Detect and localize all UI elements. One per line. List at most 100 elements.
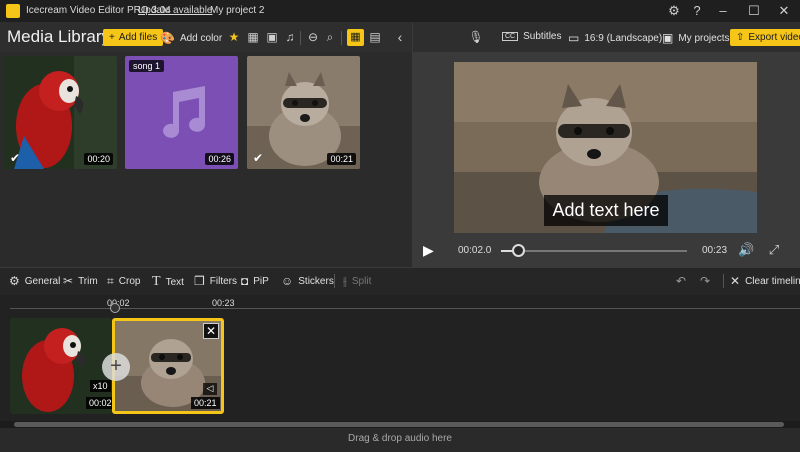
pip-label: PiP (253, 275, 269, 287)
minimize-icon[interactable]: – (714, 3, 732, 19)
timeline-ruler (10, 308, 800, 309)
aspect-ratio-button[interactable]: ▭ 16:9 (Landscape) (568, 31, 662, 45)
add-transition-icon[interactable]: + (102, 353, 130, 381)
undo-icon: ↶ (676, 274, 687, 288)
subtitles-icon: CC (502, 32, 519, 41)
total-time: 00:23 (702, 245, 728, 256)
search-icon[interactable]: ⌕ (322, 29, 338, 45)
library-item-song[interactable]: song 1 00:26 (125, 56, 238, 169)
image-filter-icon[interactable]: ▣ (264, 29, 280, 45)
video-filter-icon[interactable]: ▦ (245, 29, 261, 45)
check-icon: ✔ (253, 151, 264, 165)
media-library-title: Media Library (7, 27, 110, 46)
project-name: My project 2 (210, 5, 265, 16)
grid-large-view-icon[interactable]: ▦ (347, 29, 364, 46)
add-files-label: Add files (118, 32, 158, 43)
duration-badge: 00:21 (327, 153, 356, 165)
split-icon: ⫲ (343, 274, 347, 288)
check-icon: ✔ (10, 151, 21, 165)
fullscreen-icon[interactable]: ⤢ (766, 242, 782, 258)
playhead-handle[interactable] (110, 303, 120, 313)
microphone-icon[interactable]: 🎙 (468, 29, 484, 45)
add-files-button[interactable]: + Add files (103, 29, 164, 46)
library-item-raccoon[interactable]: ✔ 00:21 (247, 56, 360, 169)
split-label: Split (351, 276, 372, 287)
clip-speed-badge: x10 (90, 380, 111, 392)
play-icon[interactable]: ▶ (423, 242, 439, 258)
aspect-ratio-icon: ▭ (568, 31, 580, 45)
divider (334, 274, 335, 288)
duration-badge: 00:20 (84, 153, 113, 165)
volume-icon[interactable]: 🔊 (738, 242, 754, 258)
remove-clip-icon[interactable]: ✕ (203, 323, 219, 339)
pip-icon: ◘ (241, 274, 249, 288)
crop-label: Crop (118, 276, 141, 287)
gear-icon[interactable]: ⚙ (665, 3, 683, 19)
text-tool-button[interactable]: T Text (152, 274, 184, 290)
general-tool-button[interactable]: ⚙ General (9, 274, 60, 288)
clip-duration-badge: 00:21 (191, 397, 220, 409)
close-icon[interactable]: ✕ (775, 3, 793, 19)
divider (723, 274, 724, 288)
audio-filter-icon[interactable]: ♫ (282, 29, 298, 45)
gear-icon: ⚙ (9, 274, 20, 288)
filters-tool-button[interactable]: ❒ Filters (194, 274, 237, 288)
palette-icon: 🎨 (160, 31, 175, 45)
timeline-clip-parrot[interactable]: x10 00:02 (10, 318, 112, 414)
split-tool-button[interactable]: ⫲ Split (343, 274, 371, 289)
music-note-icon (163, 86, 206, 138)
library-item-parrot[interactable]: ✔ 00:20 (4, 56, 117, 169)
audio-drop-zone[interactable]: Drag & drop audio here (0, 428, 800, 452)
clear-timeline-button[interactable]: ✕ Clear timeline (730, 274, 800, 288)
stickers-label: Stickers (298, 275, 334, 287)
export-icon: ⇧ (736, 32, 745, 43)
crop-icon: ⌗ (107, 274, 114, 288)
filters-label: Filters (209, 275, 237, 287)
text-icon: T (152, 274, 161, 289)
redo-icon: ↷ (700, 274, 711, 288)
divider (341, 31, 342, 45)
text-label: Text (165, 276, 184, 288)
help-icon[interactable]: ? (688, 3, 706, 19)
smiley-icon: ☺ (281, 274, 294, 288)
stickers-tool-button[interactable]: ☺ Stickers (281, 274, 334, 288)
add-color-label: Add color (179, 32, 223, 44)
close-icon: ✕ (730, 274, 741, 288)
crop-tool-button[interactable]: ⌗ Crop (107, 274, 140, 289)
redo-button[interactable]: ↷ (700, 274, 710, 288)
projects-icon: ▣ (662, 31, 674, 45)
collapse-panel-icon[interactable]: ‹ (392, 29, 408, 45)
undo-button[interactable]: ↶ (676, 274, 686, 288)
my-projects-label: My projects (678, 32, 730, 44)
app-logo-icon (6, 4, 20, 18)
timeline-scroll-thumb[interactable] (14, 422, 784, 427)
song-label: song 1 (129, 60, 165, 72)
update-available-link[interactable]: Update available (138, 5, 213, 16)
seek-handle[interactable] (512, 244, 525, 257)
current-time: 00:02.0 (458, 245, 492, 256)
trim-label: Trim (78, 275, 98, 287)
clip-duration-badge: 00:02 (86, 397, 112, 409)
trim-tool-button[interactable]: ✂ Trim (63, 274, 98, 288)
export-video-label: Export video (748, 32, 800, 43)
seek-bar[interactable] (501, 250, 687, 252)
mute-audio-icon[interactable]: ◁ (203, 383, 217, 395)
duration-badge: 00:26 (205, 153, 234, 165)
scissors-icon: ✂ (63, 274, 74, 288)
video-text-overlay[interactable]: Add text here (544, 195, 668, 226)
plus-icon: + (109, 32, 115, 43)
grid-small-view-icon[interactable]: ▤ (367, 29, 383, 45)
export-video-button[interactable]: ⇧ Export video (730, 29, 800, 46)
general-label: General (24, 275, 61, 287)
maximize-icon[interactable]: ☐ (745, 3, 763, 19)
pip-tool-button[interactable]: ◘ PiP (241, 274, 269, 288)
zoom-out-icon[interactable]: ⊖ (305, 29, 321, 45)
subtitles-button[interactable]: CC Subtitles (502, 31, 561, 42)
add-color-button[interactable]: 🎨 Add color (160, 31, 222, 45)
star-filter-icon[interactable]: ★ (226, 29, 242, 45)
timeline-marker-end: 00:23 (212, 298, 235, 308)
my-projects-button[interactable]: ▣ My projects (662, 31, 729, 45)
filters-icon: ❒ (194, 274, 205, 288)
divider (300, 31, 301, 45)
clear-timeline-label: Clear timeline (745, 275, 800, 287)
